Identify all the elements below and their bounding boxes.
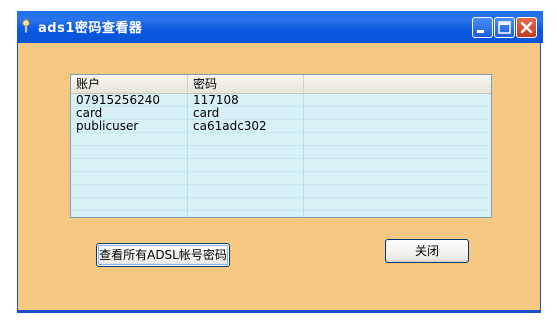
window-title: ads1密码查看器 bbox=[38, 21, 143, 36]
column-header-empty[interactable] bbox=[304, 75, 491, 93]
list-rows: 07915256240 117108 card card publicuser … bbox=[71, 94, 491, 217]
main-window: ads1密码查看器 账户 密码 07915256240 117108 card … bbox=[17, 11, 543, 313]
list-item[interactable]: 07915256240 117108 bbox=[71, 94, 491, 107]
title-bar[interactable]: ads1密码查看器 bbox=[17, 11, 543, 43]
list-header: 账户 密码 bbox=[71, 75, 491, 94]
account-cell: publicuser bbox=[76, 119, 139, 133]
account-list[interactable]: 账户 密码 07915256240 117108 card card publi… bbox=[70, 74, 492, 218]
key-icon bbox=[22, 19, 30, 33]
close-button[interactable]: 关闭 bbox=[385, 239, 469, 263]
list-item[interactable]: publicuser ca61adc302 bbox=[71, 120, 491, 133]
maximize-button[interactable] bbox=[494, 17, 515, 38]
close-icon bbox=[520, 21, 533, 34]
maximize-icon bbox=[498, 21, 511, 34]
minimize-button[interactable] bbox=[472, 17, 493, 38]
column-header-account[interactable]: 账户 bbox=[71, 75, 188, 93]
password-cell: ca61adc302 bbox=[193, 119, 267, 133]
column-divider bbox=[303, 94, 304, 217]
column-header-password[interactable]: 密码 bbox=[188, 75, 304, 93]
close-window-button[interactable] bbox=[516, 17, 537, 38]
minimize-icon bbox=[477, 30, 484, 33]
view-all-passwords-button[interactable]: 查看所有ADSL帐号密码 bbox=[96, 243, 230, 267]
column-divider bbox=[187, 94, 188, 217]
